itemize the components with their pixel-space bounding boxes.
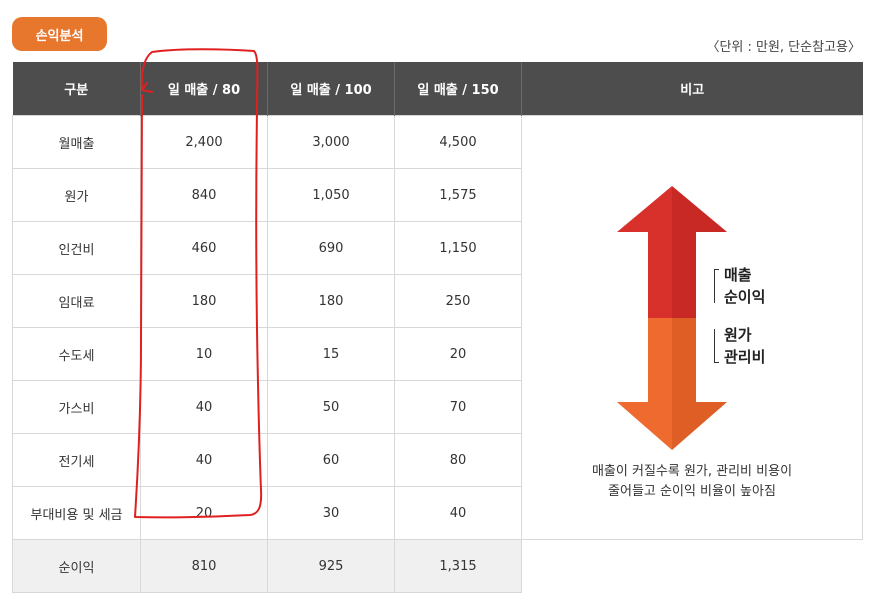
header-daily-80: 일 매출 / 80 [140, 62, 268, 116]
cell-value: 2,400 [140, 115, 268, 169]
header-daily-150: 일 매출 / 150 [394, 62, 522, 116]
cell-value: 1,575 [394, 168, 522, 222]
header-category: 구분 [12, 62, 141, 116]
cell-value: 15 [267, 327, 395, 381]
cell-value: 180 [140, 274, 268, 328]
total-row: 순이익 810 925 1,315 [12, 539, 863, 593]
table-row: 월매출 2,400 3,000 4,500 매출 순이익 원가 관리비 매출이 … [12, 115, 863, 540]
row-label: 임대료 [12, 274, 141, 328]
arrow-legend: 매출 순이익 원가 관리비 [714, 264, 765, 368]
row-label: 가스비 [12, 380, 141, 434]
cell-value: 30 [267, 486, 395, 540]
cell-value: 50 [267, 380, 395, 434]
legend-up-group: 매출 순이익 [714, 264, 765, 308]
row-label: 원가 [12, 168, 141, 222]
legend-down-group: 원가 관리비 [714, 324, 765, 368]
table-header-row: 구분 일 매출 / 80 일 매출 / 100 일 매출 / 150 비고 [12, 62, 863, 116]
row-label: 수도세 [12, 327, 141, 381]
header-daily-100: 일 매출 / 100 [267, 62, 395, 116]
cell-value: 180 [267, 274, 395, 328]
cell-value: 40 [140, 380, 268, 434]
cell-value: 250 [394, 274, 522, 328]
row-label: 전기세 [12, 433, 141, 487]
cell-value: 460 [140, 221, 268, 275]
total-value: 1,315 [394, 539, 522, 593]
row-label: 월매출 [12, 115, 141, 169]
profit-analysis-table: 구분 일 매출 / 80 일 매출 / 100 일 매출 / 150 비고 월매… [12, 62, 863, 593]
cell-value: 1,050 [267, 168, 395, 222]
cell-value: 20 [140, 486, 268, 540]
legend-sales: 매출 [724, 266, 752, 284]
cell-value: 70 [394, 380, 522, 434]
cell-value: 80 [394, 433, 522, 487]
double-arrow-icon [617, 186, 727, 450]
cell-value: 40 [394, 486, 522, 540]
cell-value: 40 [140, 433, 268, 487]
legend-overhead: 관리비 [724, 348, 766, 366]
legend-cost: 원가 [724, 326, 752, 344]
total-value: 810 [140, 539, 268, 593]
total-label: 순이익 [12, 539, 141, 593]
cell-value: 3,000 [267, 115, 395, 169]
unit-note: 〈단위 : 만원, 단순참고용〉 [706, 40, 861, 55]
cell-value: 60 [267, 433, 395, 487]
legend-net-profit: 순이익 [724, 288, 766, 306]
cell-value: 10 [140, 327, 268, 381]
caption-line: 줄어들고 순이익 비율이 높아짐 [608, 484, 776, 499]
remark-cell: 매출 순이익 원가 관리비 매출이 커질수록 원가, 관리비 비용이 줄어들고 … [521, 115, 863, 540]
row-label: 부대비용 및 세금 [12, 486, 141, 540]
row-label: 인건비 [12, 221, 141, 275]
header-remark: 비고 [521, 62, 863, 116]
cell-value: 690 [267, 221, 395, 275]
cell-value: 1,150 [394, 221, 522, 275]
cell-value: 4,500 [394, 115, 522, 169]
cell-value: 20 [394, 327, 522, 381]
cell-value: 840 [140, 168, 268, 222]
section-badge: 손익분석 [12, 17, 107, 51]
caption-line: 매출이 커질수록 원가, 관리비 비용이 [591, 464, 793, 479]
total-value: 925 [267, 539, 395, 593]
remark-caption: 매출이 커질수록 원가, 관리비 비용이 줄어들고 순이익 비율이 높아짐 [522, 462, 862, 502]
